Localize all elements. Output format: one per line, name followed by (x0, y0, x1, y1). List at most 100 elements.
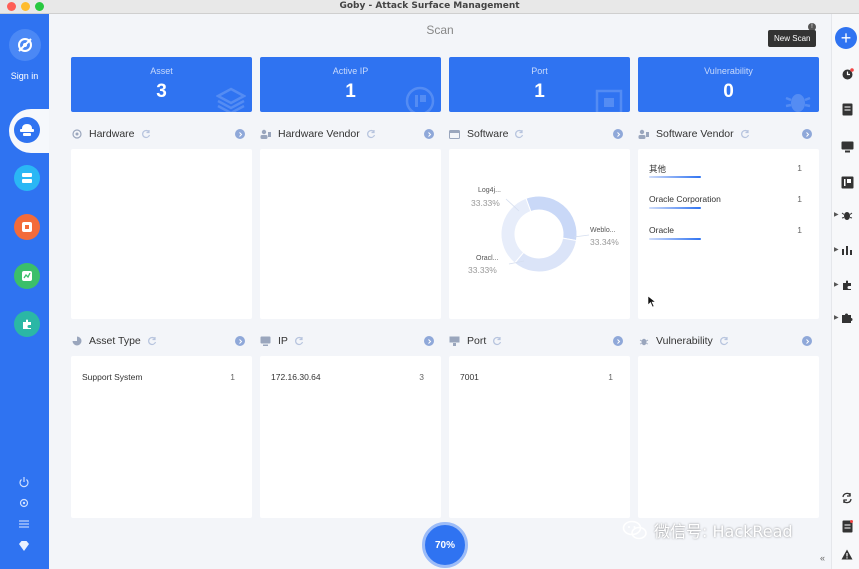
refresh-icon[interactable] (740, 129, 750, 139)
slice-label: Oracl... (476, 255, 499, 262)
hardware-icon (71, 129, 82, 140)
list-item[interactable]: Oracle 1 (649, 225, 802, 237)
pie-chart-icon (71, 336, 82, 347)
software-panel: Log4j... 33.33% Weblo... 33.34% Oracl...… (449, 149, 630, 319)
item-name: 其他 (649, 164, 667, 174)
scan-progress-indicator[interactable]: 70% (422, 522, 468, 568)
sync-icon[interactable] (840, 491, 854, 505)
panel-title: IP (278, 335, 288, 347)
item-name: 172.16.30.64 (271, 372, 321, 382)
software-vendor-expand-button[interactable] (802, 129, 812, 139)
donut-slice[interactable] (525, 195, 578, 242)
asset-type-expand-button[interactable] (235, 336, 245, 346)
wechat-watermark: 微信号: HackRead (622, 519, 793, 541)
refresh-icon[interactable] (719, 336, 729, 346)
item-name: Support System (82, 372, 143, 382)
nav-assets-icon[interactable] (14, 165, 40, 191)
hardware-expand-button[interactable] (235, 129, 245, 139)
power-icon[interactable] (16, 474, 32, 490)
software-panel-header: Software (449, 125, 524, 143)
list-item[interactable]: 其他 1 (649, 163, 802, 175)
new-scan-tooltip: New Scan (768, 30, 817, 47)
mouse-cursor-icon (647, 295, 657, 308)
nav-scan-icon[interactable] (14, 117, 40, 143)
port-watermark-icon (595, 89, 623, 112)
nav-report-icon[interactable] (14, 263, 40, 289)
item-count: 1 (608, 372, 613, 382)
left-sidebar: Sign in (0, 14, 49, 569)
diamond-icon[interactable] (16, 538, 32, 554)
notes-icon[interactable] (840, 519, 854, 533)
monitor-icon[interactable] (840, 140, 854, 154)
user-avatar-icon[interactable] (9, 29, 41, 61)
software-vendor-panel-header: Software Vendor (638, 125, 750, 143)
bar-chart-icon[interactable] (840, 243, 854, 257)
item-count: 1 (797, 163, 802, 173)
stat-card-asset[interactable]: Asset 3 (71, 57, 252, 112)
stat-label: Asset (150, 66, 173, 76)
stat-card-port[interactable]: Port 1 (449, 57, 630, 112)
ip-panel: 172.16.30.64 3 (260, 356, 441, 518)
software-donut-chart[interactable] (449, 149, 630, 319)
panel-title: Asset Type (89, 335, 141, 347)
sign-in-link[interactable]: Sign in (0, 71, 49, 81)
item-count: 1 (797, 194, 802, 204)
stat-card-vulnerability[interactable]: Vulnerability 0 (638, 57, 819, 112)
panel-title: Hardware (89, 128, 135, 140)
settings-gear-icon[interactable] (16, 495, 32, 511)
vulnerability-expand-button[interactable] (802, 336, 812, 346)
history-clock-icon[interactable] (840, 67, 854, 81)
layers-watermark-icon (216, 87, 246, 112)
refresh-icon[interactable] (147, 336, 157, 346)
new-scan-button[interactable]: + (835, 27, 857, 49)
slice-label: Log4j... (478, 187, 501, 194)
hardware-vendor-panel (260, 149, 441, 319)
nav-vulnerability-icon[interactable] (14, 214, 40, 240)
stat-label: Port (531, 66, 548, 76)
nav-extensions-icon[interactable] (14, 311, 40, 337)
list-item[interactable]: Oracle Corporation 1 (649, 194, 802, 206)
list-item[interactable]: 172.16.30.64 3 (271, 372, 424, 384)
stat-card-active-ip[interactable]: Active IP 1 (260, 57, 441, 112)
item-bar (649, 207, 701, 209)
panel-title: Port (467, 335, 487, 347)
wechat-logo-icon (622, 520, 647, 540)
puzzle-icon[interactable] (840, 311, 854, 325)
bug-icon[interactable] (840, 208, 854, 222)
item-bar (649, 238, 701, 240)
port-expand-button[interactable] (613, 336, 623, 346)
bug-icon (638, 336, 649, 347)
hardware-panel-header: Hardware (71, 125, 151, 143)
window-titlebar: Goby - Attack Surface Management (0, 0, 859, 14)
list-item[interactable]: Support System 1 (82, 372, 235, 384)
panel-title: Software (467, 128, 509, 140)
software-expand-button[interactable] (613, 129, 623, 139)
refresh-icon[interactable] (294, 336, 304, 346)
menu-icon[interactable] (16, 516, 32, 532)
ip-expand-button[interactable] (424, 336, 434, 346)
list-item[interactable]: 7001 1 (460, 372, 613, 384)
port-panel: 7001 1 (449, 356, 630, 518)
hardware-vendor-expand-button[interactable] (424, 129, 434, 139)
port-panel-header: Port (449, 332, 502, 350)
plugin-icon[interactable] (840, 278, 854, 292)
task-list-icon[interactable] (840, 102, 854, 116)
item-count: 3 (419, 372, 424, 382)
item-name: 7001 (460, 372, 479, 382)
collapse-panel-icon[interactable]: « (820, 553, 825, 563)
donut-slice[interactable] (513, 237, 578, 273)
refresh-icon[interactable] (141, 129, 151, 139)
refresh-icon[interactable] (366, 129, 376, 139)
ip-tag-icon[interactable] (840, 175, 854, 189)
refresh-icon[interactable] (514, 129, 524, 139)
monitor-icon (260, 336, 271, 347)
refresh-icon[interactable] (492, 336, 502, 346)
item-name: Oracle (649, 225, 675, 235)
right-toolbar: ▶ ▶ ▶ ▶ (831, 14, 859, 569)
hardware-vendor-panel-header: Hardware Vendor (260, 125, 376, 143)
warning-icon[interactable] (840, 547, 854, 561)
item-bar (649, 176, 701, 178)
panel-title: Vulnerability (656, 335, 713, 347)
software-icon (449, 129, 460, 140)
stat-label: Active IP (332, 66, 369, 76)
